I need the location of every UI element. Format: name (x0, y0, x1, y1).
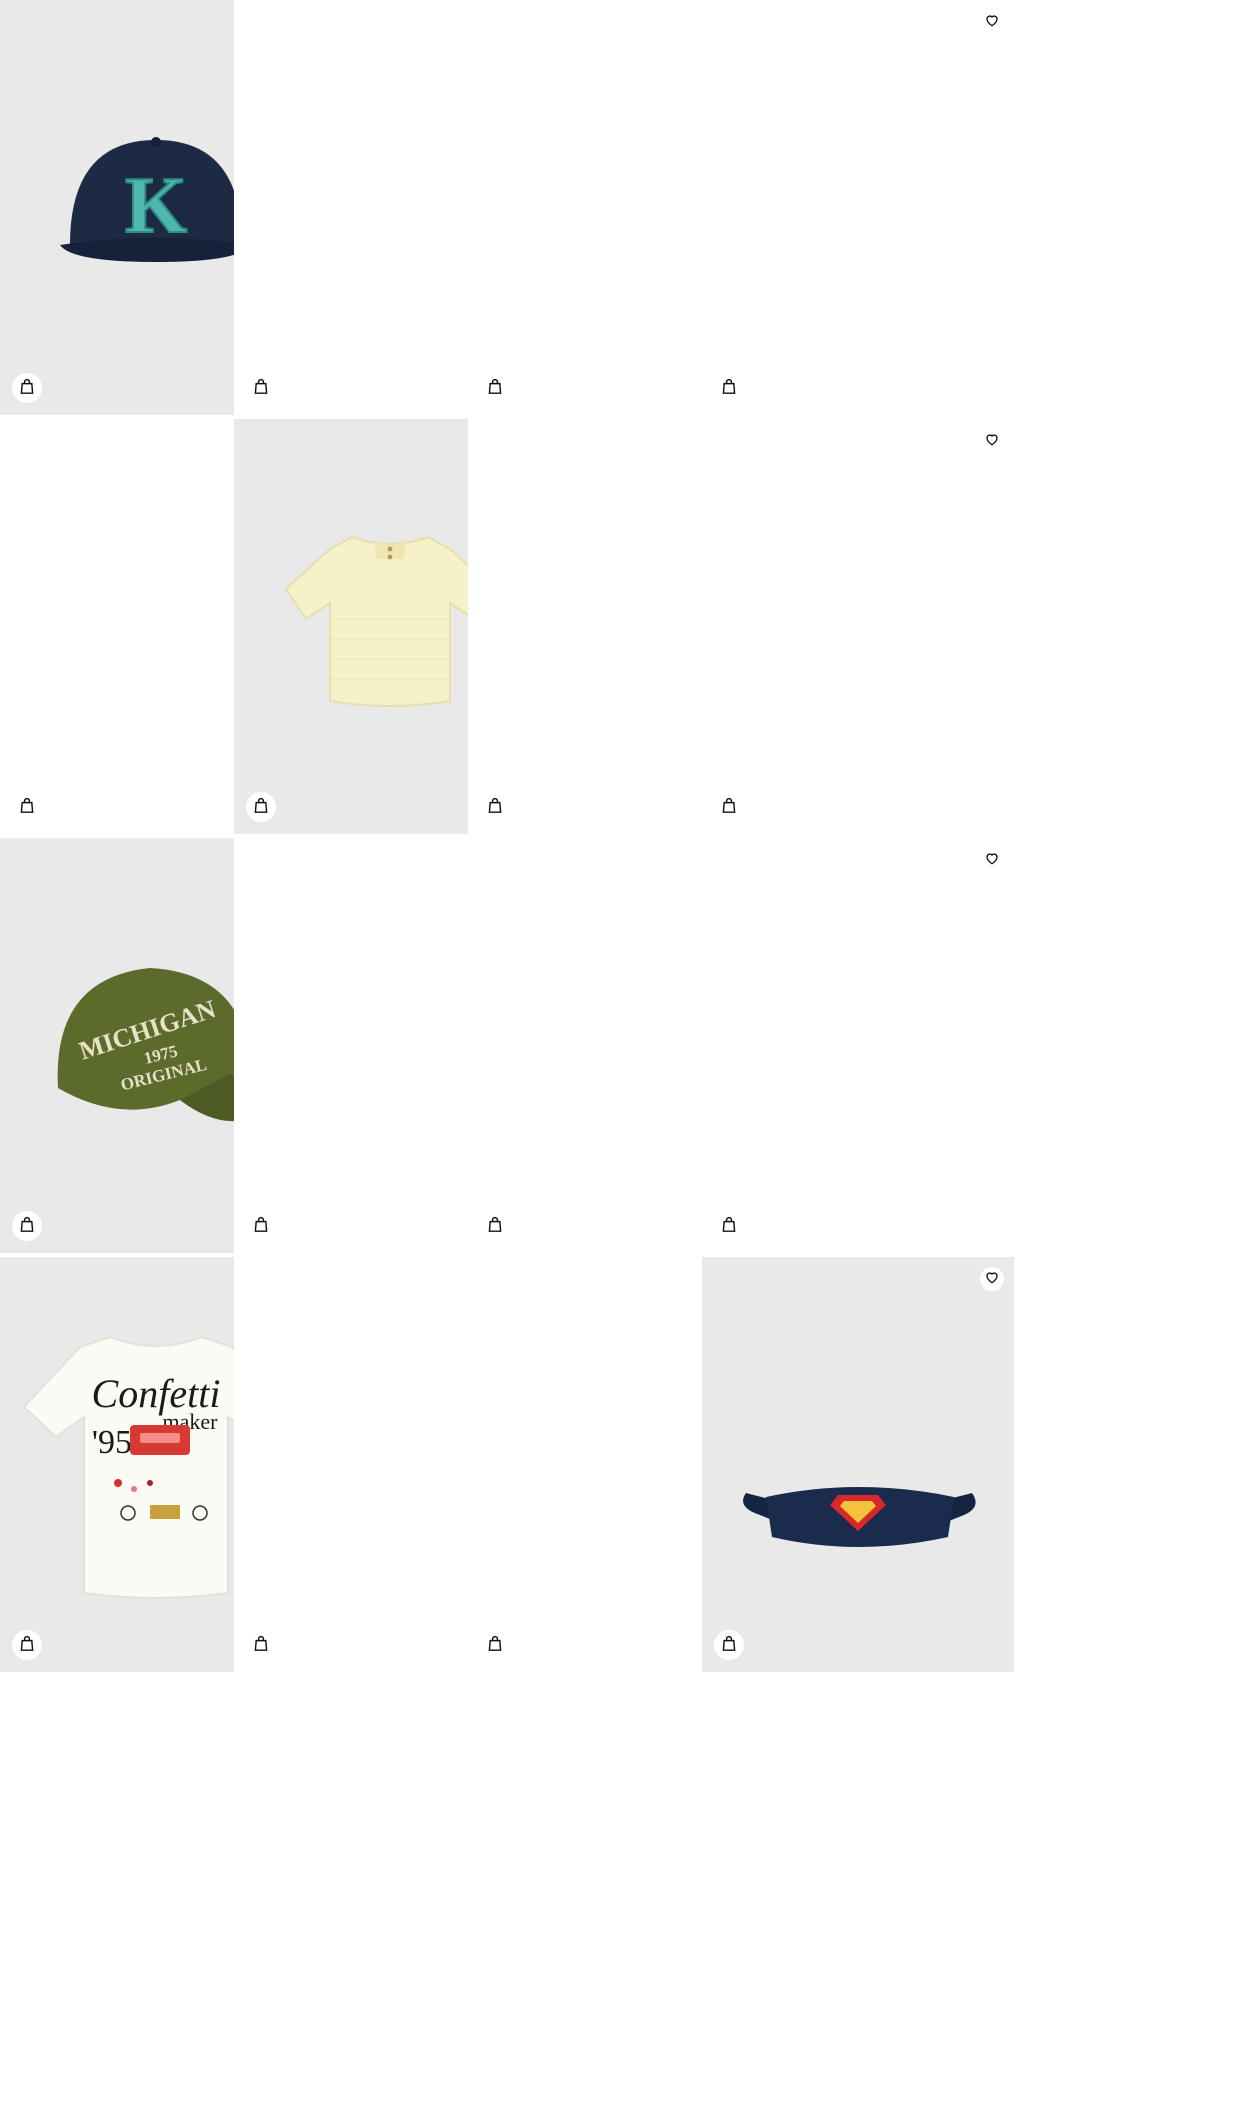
add-to-cart-button[interactable] (246, 792, 276, 822)
shopping-bag-icon (487, 1634, 503, 1656)
add-to-cart-button[interactable] (714, 792, 744, 822)
svg-text:'95: '95 (92, 1424, 132, 1461)
shopping-bag-icon (487, 1215, 503, 1237)
heart-outline-icon (984, 850, 1000, 870)
shopping-bag-icon (253, 1215, 269, 1237)
favorite-button[interactable] (980, 10, 1004, 34)
add-to-cart-button[interactable] (714, 1630, 744, 1660)
favorite-button[interactable] (980, 848, 1004, 872)
add-to-cart-button[interactable] (246, 1630, 276, 1660)
shopping-bag-icon (253, 377, 269, 399)
favorite-button[interactable] (980, 429, 1004, 453)
heart-outline-icon (984, 12, 1000, 32)
shopping-bag-icon (721, 377, 737, 399)
product-image[interactable] (702, 0, 1014, 415)
product-image[interactable] (702, 419, 1014, 834)
add-to-cart-button[interactable] (12, 1630, 42, 1660)
add-to-cart-button[interactable] (714, 1211, 744, 1241)
heart-outline-icon (984, 431, 1000, 451)
product-image[interactable] (702, 1257, 1014, 1672)
add-to-cart-button[interactable] (12, 373, 42, 403)
shopping-bag-icon (253, 796, 269, 818)
add-to-cart-button[interactable] (480, 373, 510, 403)
product-image-waist-bag[interactable] (702, 1257, 1014, 1672)
favorite-button[interactable] (980, 1267, 1004, 1291)
add-to-cart-button[interactable] (480, 792, 510, 822)
shopping-bag-icon (19, 1215, 35, 1237)
shopping-bag-icon (487, 377, 503, 399)
product-image[interactable] (702, 838, 1014, 1253)
shopping-bag-icon (721, 796, 737, 818)
heart-outline-icon (984, 1269, 1000, 1289)
shopping-bag-icon (721, 1215, 737, 1237)
svg-text:K: K (125, 162, 187, 250)
add-to-cart-button[interactable] (714, 373, 744, 403)
add-to-cart-button[interactable] (246, 1211, 276, 1241)
shopping-bag-icon (253, 1634, 269, 1656)
shopping-bag-icon (19, 796, 35, 818)
shopping-bag-icon (487, 796, 503, 818)
add-to-cart-button[interactable] (12, 792, 42, 822)
shopping-bag-icon (721, 1634, 737, 1656)
add-to-cart-button[interactable] (246, 373, 276, 403)
add-to-cart-button[interactable] (12, 1211, 42, 1241)
add-to-cart-button[interactable] (480, 1211, 510, 1241)
shopping-bag-icon (19, 377, 35, 399)
product-card[interactable] (702, 1257, 1014, 1817)
add-to-cart-button[interactable] (480, 1630, 510, 1660)
shopping-bag-icon (19, 1634, 35, 1656)
